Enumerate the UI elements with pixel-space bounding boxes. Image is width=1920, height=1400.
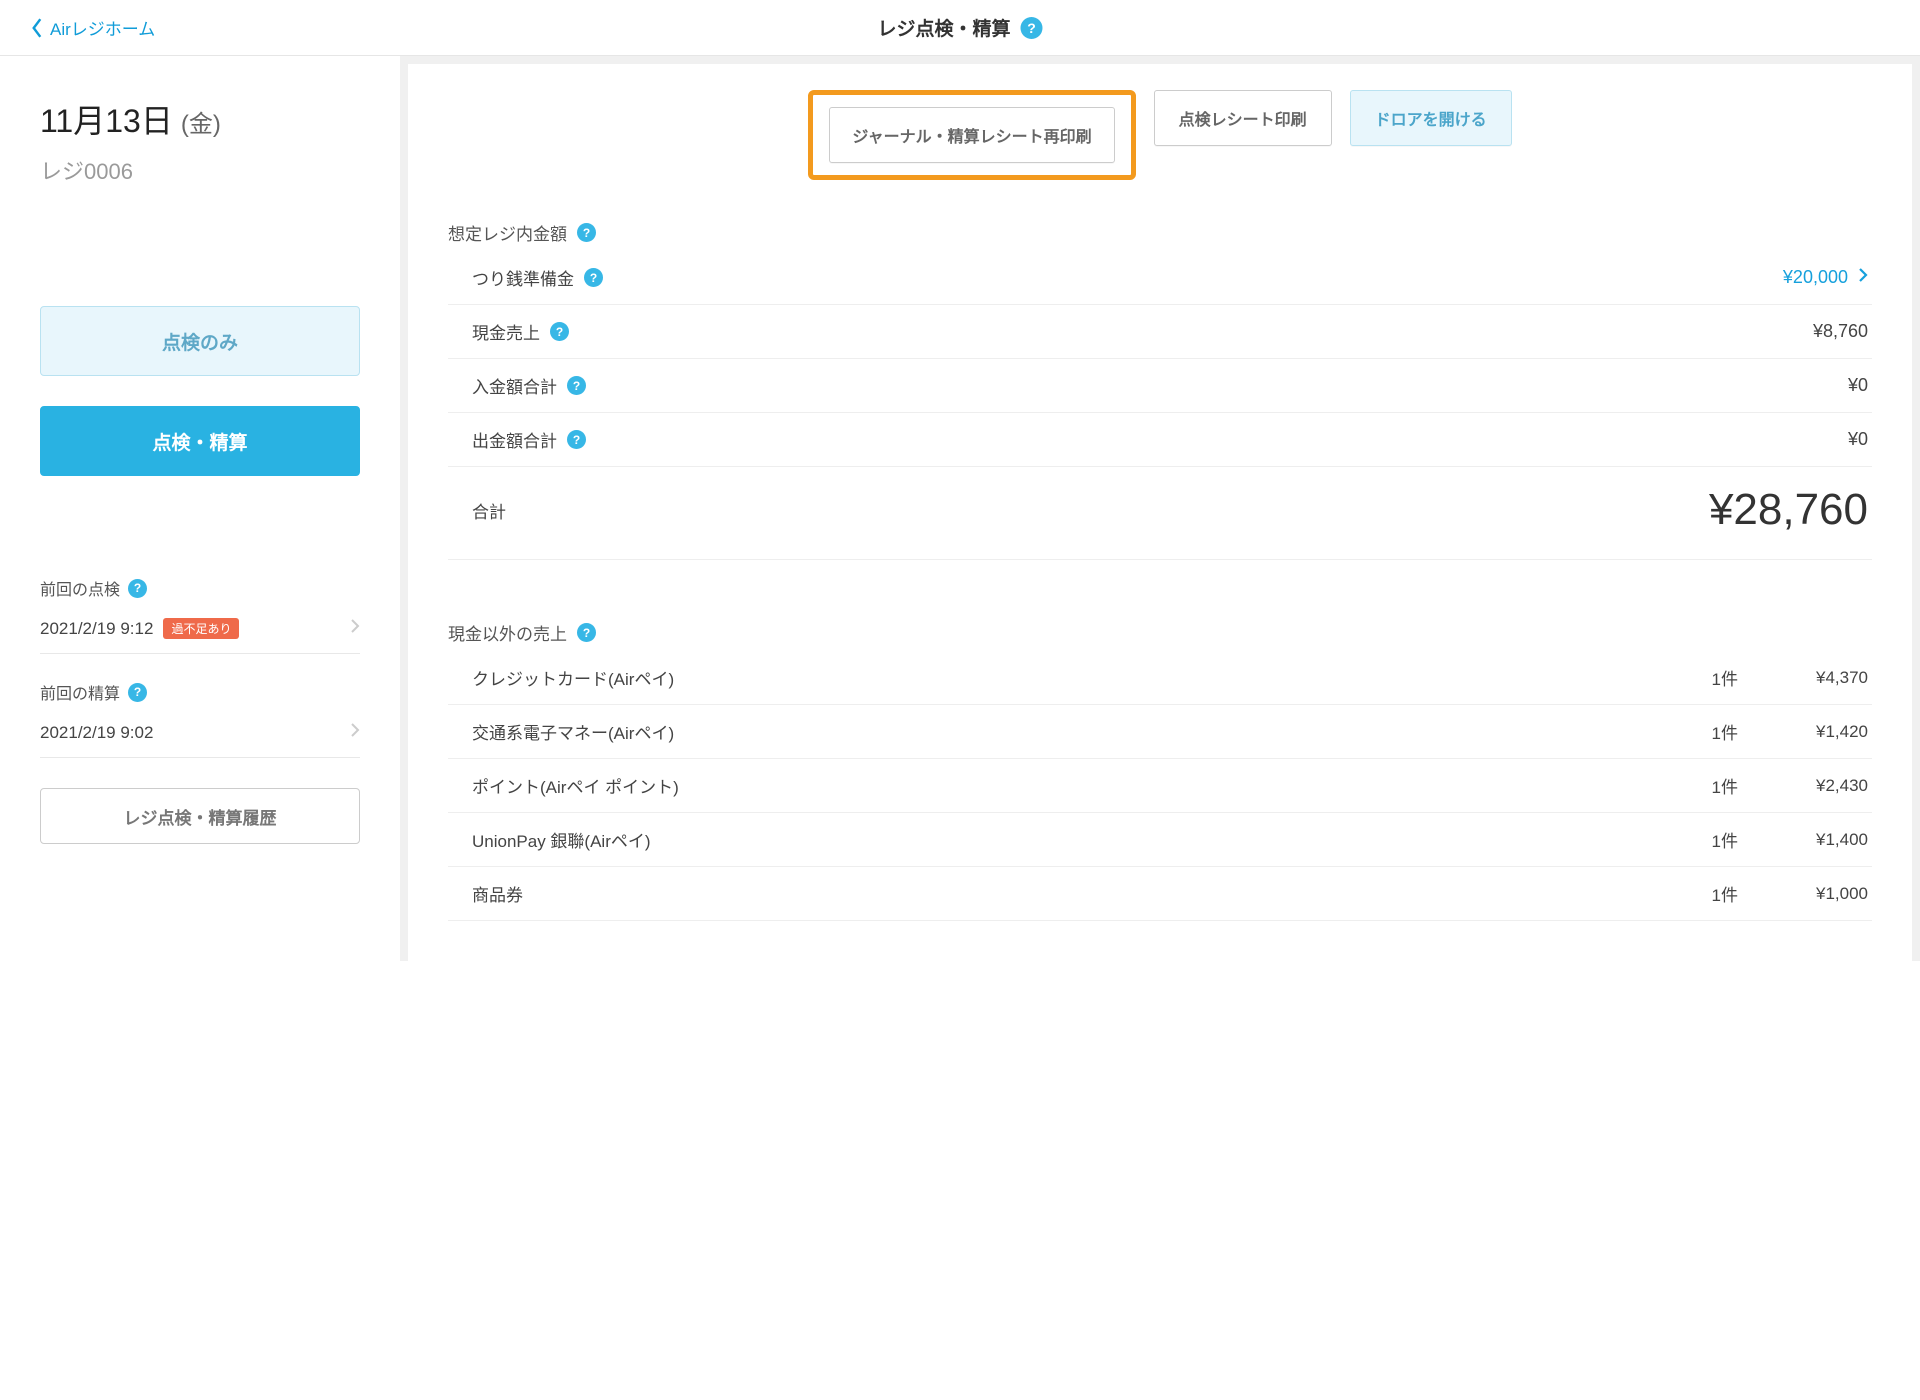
deposits-value: ¥0 [1848,375,1868,396]
inspect-print-label: 点検レシート印刷 [1179,106,1307,130]
sales-amount: ¥1,000 [1738,884,1868,904]
withdrawals-label: 出金額合計 [472,427,557,452]
prev-settle-time: 2021/2/19 9:02 [40,723,153,743]
sales-row: ポイント(Airペイ ポイント) 1件 ¥2,430 [448,759,1872,813]
help-icon[interactable]: ? [584,268,603,287]
sales-name: ポイント(Airペイ ポイント) [472,773,1648,798]
page-title-wrap: レジ点検・精算 ? [877,14,1042,41]
chevron-right-icon [1858,267,1868,288]
expected-section-heading: 想定レジ内金額 ? [448,220,1872,245]
sales-amount: ¥2,430 [1738,776,1868,796]
open-drawer-button[interactable]: ドロアを開ける [1350,90,1512,146]
withdrawals-value: ¥0 [1848,429,1868,450]
expected-section-text: 想定レジ内金額 [448,220,567,245]
date-dow: (金) [181,104,221,139]
history-button-label: レジ点検・精算履歴 [124,804,277,829]
sales-count: 1件 [1648,719,1738,744]
inspect-settle-button[interactable]: 点検・精算 [40,406,360,476]
sales-row: UnionPay 銀聯(Airペイ) 1件 ¥1,400 [448,813,1872,867]
cash-sales-value: ¥8,760 [1813,321,1868,342]
date-heading: 11月13日 (金) [40,96,360,142]
inspect-print-button[interactable]: 点検レシート印刷 [1154,90,1332,146]
inspect-only-button[interactable]: 点検のみ [40,306,360,376]
sidebar: 11月13日 (金) レジ0006 点検のみ 点検・精算 前回の点検 ? 202… [0,56,400,961]
help-icon[interactable]: ? [567,376,586,395]
history-button[interactable]: レジ点検・精算履歴 [40,788,360,844]
help-icon[interactable]: ? [567,430,586,449]
deposits-row: 入金額合計 ? ¥0 [448,359,1872,413]
noncash-section-heading: 現金以外の売上 ? [448,620,1872,645]
prev-inspect-time: 2021/2/19 9:12 [40,619,153,639]
prev-inspect-heading: 前回の点検 ? [40,576,360,600]
change-fund-row[interactable]: つり銭準備金 ? ¥20,000 [448,251,1872,305]
help-icon[interactable]: ? [128,683,147,702]
inspect-only-label: 点検のみ [162,328,238,355]
date-main: 11月13日 [40,96,173,142]
sales-amount: ¥1,400 [1738,830,1868,850]
prev-inspect-heading-text: 前回の点検 [40,576,120,600]
deposits-label: 入金額合計 [472,373,557,398]
topbar: Airレジホーム レジ点検・精算 ? [0,0,1920,56]
change-fund-label: つり銭準備金 [472,265,574,290]
chevron-left-icon [30,17,44,39]
back-label: Airレジホーム [50,15,155,40]
toolbar: ジャーナル・精算レシート再印刷 点検レシート印刷 ドロアを開ける [448,90,1872,180]
help-icon[interactable]: ? [577,223,596,242]
sales-count: 1件 [1648,827,1738,852]
expected-total-value: ¥28,760 [1709,485,1868,535]
open-drawer-label: ドロアを開ける [1375,106,1487,130]
prev-settle-heading: 前回の精算 ? [40,680,360,704]
sales-row: クレジットカード(Airペイ) 1件 ¥4,370 [448,651,1872,705]
main: ジャーナル・精算レシート再印刷 点検レシート印刷 ドロアを開ける 想定レジ内金額… [408,64,1912,961]
expected-total-label: 合計 [472,498,506,523]
sales-amount: ¥1,420 [1738,722,1868,742]
prev-inspect-row[interactable]: 2021/2/19 9:12 過不足あり [40,604,360,654]
main-wrap: ジャーナル・精算レシート再印刷 点検レシート印刷 ドロアを開ける 想定レジ内金額… [400,56,1920,961]
help-icon[interactable]: ? [128,579,147,598]
cash-sales-row: 現金売上 ? ¥8,760 [448,305,1872,359]
sales-name: 交通系電子マネー(Airペイ) [472,719,1648,744]
sales-row: 交通系電子マネー(Airペイ) 1件 ¥1,420 [448,705,1872,759]
prev-settle-heading-text: 前回の精算 [40,680,120,704]
sales-amount: ¥4,370 [1738,668,1868,688]
help-icon[interactable]: ? [1021,17,1043,39]
reprint-label: ジャーナル・精算レシート再印刷 [852,123,1091,147]
sales-count: 1件 [1648,773,1738,798]
back-button[interactable]: Airレジホーム [30,15,155,40]
help-icon[interactable]: ? [550,322,569,341]
sales-name: 商品券 [472,881,1648,906]
chevron-right-icon [350,722,360,743]
sales-count: 1件 [1648,665,1738,690]
change-fund-value: ¥20,000 [1783,267,1848,288]
highlighted-reprint: ジャーナル・精算レシート再印刷 [808,90,1135,180]
inspect-settle-label: 点検・精算 [152,428,247,455]
register-id: レジ0006 [40,154,360,186]
noncash-section-text: 現金以外の売上 [448,620,567,645]
sales-name: クレジットカード(Airペイ) [472,665,1648,690]
chevron-right-icon [350,618,360,639]
reprint-button[interactable]: ジャーナル・精算レシート再印刷 [829,107,1114,163]
cash-sales-label: 現金売上 [472,319,540,344]
help-icon[interactable]: ? [577,623,596,642]
sales-count: 1件 [1648,881,1738,906]
page-title: レジ点検・精算 [877,14,1010,41]
withdrawals-row: 出金額合計 ? ¥0 [448,413,1872,467]
sales-row: 商品券 1件 ¥1,000 [448,867,1872,921]
discrepancy-badge: 過不足あり [163,618,239,639]
sales-name: UnionPay 銀聯(Airペイ) [472,827,1648,852]
expected-total-row: 合計 ¥28,760 [448,467,1872,560]
prev-settle-row[interactable]: 2021/2/19 9:02 [40,708,360,758]
